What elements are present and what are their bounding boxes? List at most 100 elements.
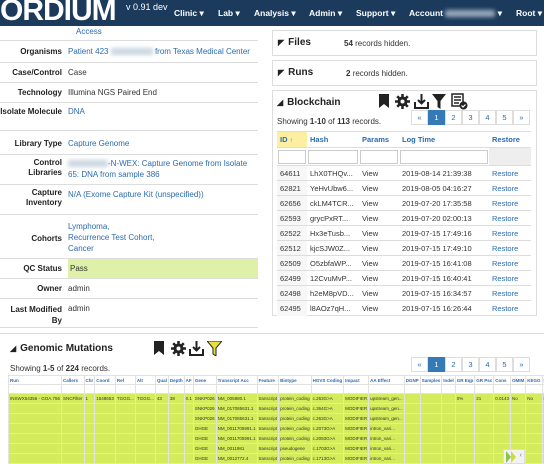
row-restore-link[interactable]: Restore (489, 225, 531, 241)
mut-col-filter[interactable] (454, 384, 476, 394)
mut-col-header[interactable]: Indel (441, 375, 456, 385)
gear-icon[interactable] (171, 341, 186, 356)
mut-col-filter[interactable] (154, 384, 169, 394)
row-restore-link[interactable]: Restore (489, 255, 531, 271)
page-4[interactable]: 4 (479, 110, 496, 125)
files-panel[interactable]: ◤ Files 54 records hidden. (272, 30, 537, 56)
row-restore-link[interactable]: Restore (489, 210, 531, 226)
nav-menu-lab[interactable]: Lab ▾ (218, 8, 240, 19)
cohort-link[interactable]: Lymphoma, (68, 221, 258, 232)
organism-link-suffix[interactable]: from Texas Medical Center (155, 47, 250, 56)
mut-col-header[interactable]: Alt (134, 375, 156, 385)
page-1[interactable]: 1 (428, 110, 445, 125)
page-1[interactable]: 1 (428, 357, 445, 372)
app-logo[interactable]: ORDIUM (0, 0, 117, 28)
page-5[interactable]: 5 (496, 357, 513, 372)
page-next[interactable]: » (513, 357, 530, 372)
page-4[interactable]: 4 (479, 357, 496, 372)
row-restore-link[interactable]: Restore (489, 180, 531, 196)
filter-icon[interactable] (432, 94, 446, 109)
row-restore-link[interactable]: Restore (489, 270, 531, 286)
blockchain-panel-title[interactable]: ◢ Blockchain (277, 97, 341, 108)
mut-col-filter[interactable] (419, 384, 443, 394)
mut-col-filter[interactable] (343, 384, 370, 394)
organism-link[interactable]: Patient 423 (68, 47, 108, 56)
mut-col-filter[interactable] (510, 384, 527, 394)
mut-col-header[interactable]: Biotype (278, 375, 312, 385)
mut-col-header[interactable]: Chr (83, 375, 96, 385)
mut-col-header[interactable]: Feature (256, 375, 280, 385)
col-header-log-time[interactable]: Log Time (399, 131, 489, 148)
mut-col-header[interactable]: DGNP (403, 375, 421, 385)
mut-col-header[interactable]: Callers (61, 375, 85, 385)
mut-col-header[interactable]: Impact (343, 375, 370, 385)
checklist-icon[interactable] (451, 93, 468, 110)
bookmark-icon[interactable] (153, 341, 165, 355)
mut-col-header[interactable]: OMIM (510, 375, 527, 385)
mut-col-filter[interactable] (183, 384, 194, 394)
mut-col-header[interactable]: Ref (114, 375, 136, 385)
mut-col-header[interactable]: KEGG (525, 375, 543, 385)
mut-col-header[interactable]: Depth (167, 375, 185, 385)
mut-col-header[interactable]: Samples (419, 375, 443, 385)
mutations-panel-title[interactable]: ◢ Genomic Mutations (10, 343, 113, 354)
mut-col-filter[interactable] (134, 384, 156, 394)
mut-col-header[interactable]: Run (7, 375, 63, 385)
row-params-link[interactable]: View (359, 255, 399, 271)
prop-value[interactable]: Patient 423 from Texas Medical Center (68, 47, 258, 56)
nav-menu-root[interactable]: Root ▾ (516, 8, 542, 19)
nav-menu-support[interactable]: Support ▾ (356, 8, 395, 19)
chat-widget[interactable]: ‹ (503, 449, 525, 464)
row-params-link[interactable]: View (359, 195, 399, 211)
mut-col-filter[interactable] (167, 384, 185, 394)
mut-col-header[interactable]: AA Effect (368, 375, 405, 385)
library-type-link[interactable]: Capture Genome (68, 139, 258, 148)
mut-col-header[interactable]: GR Eqp (454, 375, 476, 385)
mut-col-filter[interactable] (403, 384, 421, 394)
download-icon[interactable] (414, 94, 429, 109)
nav-menu-admin[interactable]: Admin ▾ (309, 8, 342, 19)
page-2[interactable]: 2 (445, 110, 462, 125)
access-link[interactable]: Access (76, 27, 102, 36)
mut-col-filter[interactable] (256, 384, 280, 394)
filter-input-id[interactable] (278, 149, 306, 164)
page-next[interactable]: » (513, 110, 530, 125)
mut-col-filter[interactable] (310, 384, 345, 394)
mut-col-header[interactable]: Coord (94, 375, 116, 385)
row-restore-link[interactable]: Restore (489, 240, 531, 256)
mut-col-filter[interactable] (94, 384, 116, 394)
mut-col-filter[interactable] (83, 384, 96, 394)
col-header-hash[interactable]: Hash (307, 131, 359, 148)
runs-panel[interactable]: ◤ Runs 2 records hidden. (272, 60, 537, 86)
mutation-row[interactable]: INSWX54356 - GOA.756 SNCFilter 1 1548653 TGG… (7, 393, 544, 404)
row-params-link[interactable]: View (359, 240, 399, 256)
filter-input-params[interactable] (360, 149, 398, 164)
bookmark-icon[interactable] (378, 94, 390, 108)
files-panel-title[interactable]: ◤ Files (278, 37, 311, 48)
control-library-link[interactable]: -N-WEX: Capture Genome from Isolate 65: … (68, 158, 258, 180)
mut-col-header[interactable]: GR Psc (474, 375, 495, 385)
filter-icon[interactable] (207, 341, 222, 356)
mut-col-header[interactable]: Qual (154, 375, 169, 385)
mut-col-header[interactable]: Cons (493, 375, 512, 385)
cohort-link[interactable]: Cancer (68, 243, 258, 254)
page-3[interactable]: 3 (462, 110, 479, 125)
mut-col-header[interactable]: HGVS Coding (310, 375, 345, 385)
mut-col-filter[interactable] (215, 384, 258, 394)
row-restore-link[interactable]: Restore (489, 195, 531, 211)
row-params-link[interactable]: View (359, 165, 399, 181)
mut-col-filter[interactable] (114, 384, 136, 394)
row-params-link[interactable]: View (359, 210, 399, 226)
capture-inventory-link[interactable]: N/A (Exome Capture Kit (unspecified)) (68, 190, 258, 199)
mut-col-filter[interactable] (7, 384, 63, 394)
cohort-link[interactable]: Recurrence Test Cohort, (68, 232, 258, 243)
row-params-link[interactable]: View (359, 180, 399, 196)
page-prev[interactable]: « (411, 357, 428, 372)
row-params-link[interactable]: View (359, 300, 399, 316)
nav-menu-account[interactable]: Account ▾ (409, 8, 502, 19)
filter-input-log-time[interactable] (400, 149, 488, 164)
col-header-params[interactable]: Params (359, 131, 399, 148)
col-header-id[interactable]: ID ↑ (277, 131, 307, 148)
row-params-link[interactable]: View (359, 225, 399, 241)
isolate-molecule-link[interactable]: DNA (68, 107, 258, 116)
